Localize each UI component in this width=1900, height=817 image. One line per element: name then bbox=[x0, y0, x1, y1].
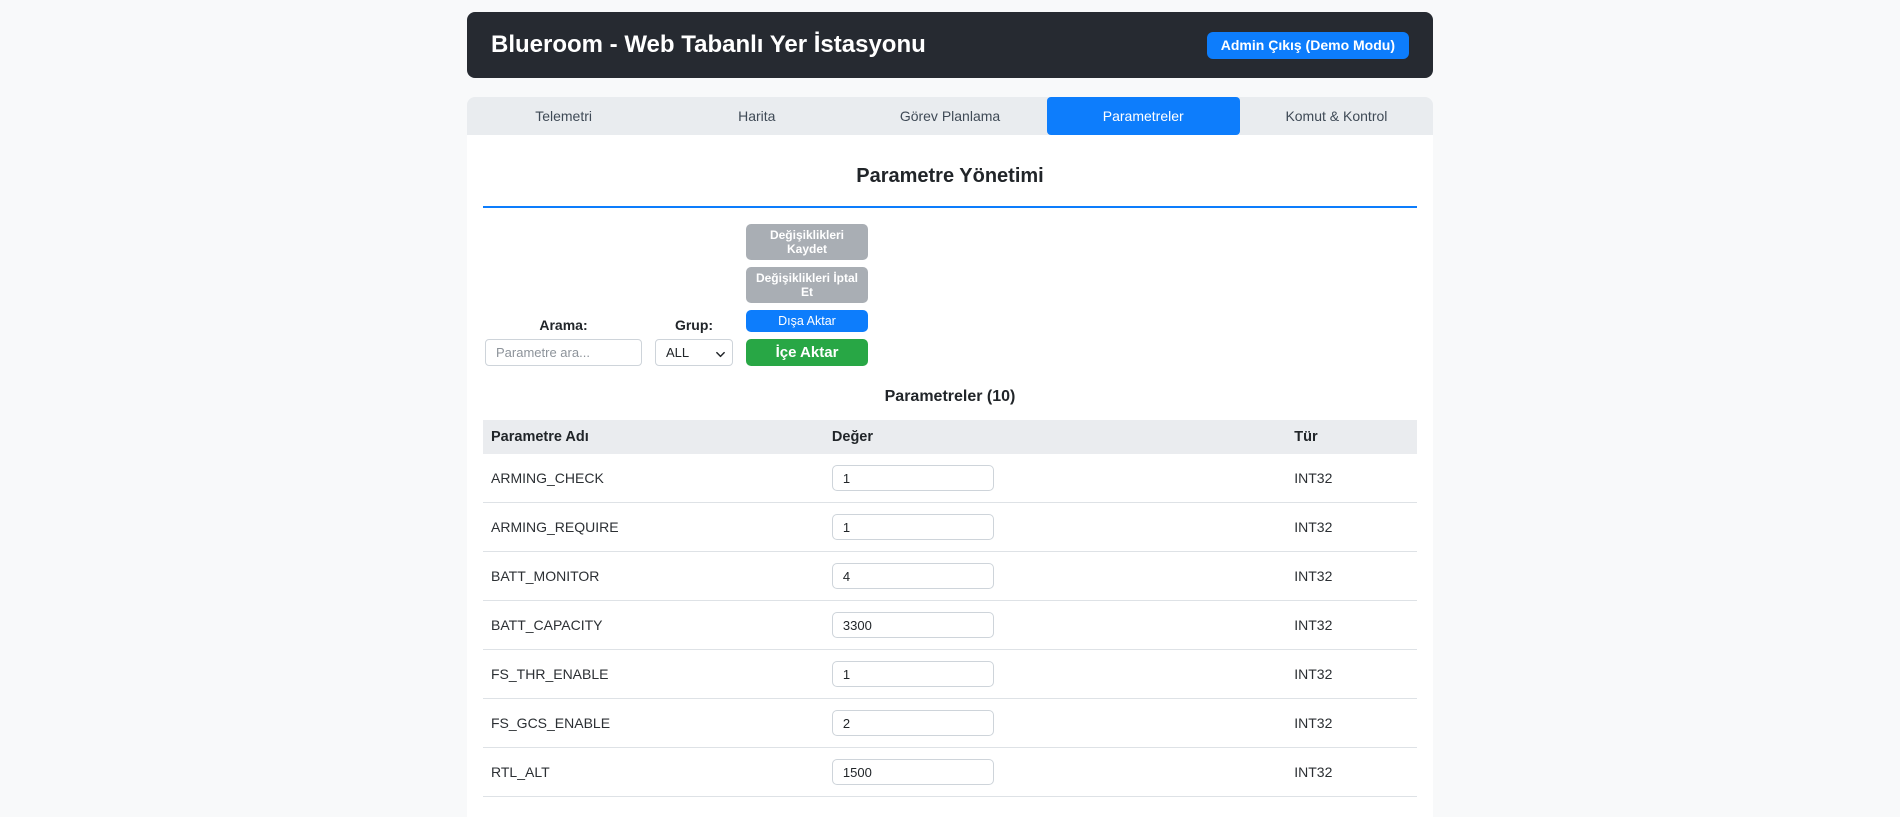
tab-harita[interactable]: Harita bbox=[660, 97, 853, 135]
parameter-table: Parametre Adı Değer Tür ARMING_CHECK INT… bbox=[483, 420, 1417, 797]
table-row: ARMING_CHECK INT32 bbox=[483, 454, 1417, 503]
param-value-cell bbox=[824, 699, 1286, 748]
param-value-input[interactable] bbox=[832, 514, 994, 540]
param-value-cell bbox=[824, 503, 1286, 552]
search-label: Arama: bbox=[539, 317, 587, 333]
param-value-input[interactable] bbox=[832, 710, 994, 736]
app-header: Blueroom - Web Tabanlı Yer İstasyonu Adm… bbox=[467, 12, 1433, 78]
admin-logout-button[interactable]: Admin Çıkış (Demo Modu) bbox=[1207, 32, 1409, 59]
table-row: FS_THR_ENABLE INT32 bbox=[483, 650, 1417, 699]
save-changes-button[interactable]: Değişiklikleri Kaydet bbox=[746, 224, 868, 260]
param-type: INT32 bbox=[1286, 552, 1417, 601]
group-select-wrap: ALL bbox=[655, 339, 733, 366]
param-value-input[interactable] bbox=[832, 465, 994, 491]
col-header-name: Parametre Adı bbox=[483, 420, 824, 454]
param-name: ARMING_CHECK bbox=[483, 454, 824, 503]
import-button[interactable]: İçe Aktar bbox=[746, 339, 868, 366]
table-header-row: Parametre Adı Değer Tür bbox=[483, 420, 1417, 454]
table-row: ARMING_REQUIRE INT32 bbox=[483, 503, 1417, 552]
main-container: Blueroom - Web Tabanlı Yer İstasyonu Adm… bbox=[467, 0, 1433, 817]
param-name: BATT_MONITOR bbox=[483, 552, 824, 601]
tab-label: Komut & Kontrol bbox=[1285, 108, 1387, 124]
group-label: Grup: bbox=[675, 317, 713, 333]
param-value-input[interactable] bbox=[832, 661, 994, 687]
controls-row: Arama: Grup: ALL Değişiklikleri Kaydet D… bbox=[483, 224, 1417, 366]
app-title: Blueroom - Web Tabanlı Yer İstasyonu bbox=[491, 31, 926, 59]
param-type: INT32 bbox=[1286, 699, 1417, 748]
content-card: Parametre Yönetimi Arama: Grup: ALL D bbox=[467, 135, 1433, 817]
tab-gorev-planlama[interactable]: Görev Planlama bbox=[853, 97, 1046, 135]
table-row: BATT_CAPACITY INT32 bbox=[483, 601, 1417, 650]
table-row: BATT_MONITOR INT32 bbox=[483, 552, 1417, 601]
param-type: INT32 bbox=[1286, 454, 1417, 503]
tab-bar: Telemetri Harita Görev Planlama Parametr… bbox=[467, 97, 1433, 135]
param-name: BATT_CAPACITY bbox=[483, 601, 824, 650]
search-input[interactable] bbox=[485, 339, 642, 366]
group-field-group: Grup: ALL bbox=[655, 317, 733, 366]
param-type: INT32 bbox=[1286, 601, 1417, 650]
table-row: FS_GCS_ENABLE INT32 bbox=[483, 699, 1417, 748]
param-value-cell bbox=[824, 748, 1286, 797]
search-field-group: Arama: bbox=[485, 317, 642, 366]
param-table-body: ARMING_CHECK INT32 ARMING_REQUIRE INT32 … bbox=[483, 454, 1417, 797]
group-select[interactable]: ALL bbox=[655, 339, 733, 366]
param-value-input[interactable] bbox=[832, 563, 994, 589]
param-name: FS_GCS_ENABLE bbox=[483, 699, 824, 748]
param-value-input[interactable] bbox=[832, 612, 994, 638]
action-button-stack: Değişiklikleri Kaydet Değişiklikleri İpt… bbox=[746, 224, 868, 366]
page-title: Parametre Yönetimi bbox=[483, 165, 1417, 208]
param-value-cell bbox=[824, 601, 1286, 650]
table-row: RTL_ALT INT32 bbox=[483, 748, 1417, 797]
param-value-input[interactable] bbox=[832, 759, 994, 785]
param-type: INT32 bbox=[1286, 650, 1417, 699]
col-header-value: Değer bbox=[824, 420, 1286, 454]
tab-label: Parametreler bbox=[1103, 108, 1184, 124]
param-type: INT32 bbox=[1286, 748, 1417, 797]
tab-label: Görev Planlama bbox=[900, 108, 1000, 124]
tab-parametreler[interactable]: Parametreler bbox=[1047, 97, 1240, 135]
cancel-changes-button[interactable]: Değişiklikleri İptal Et bbox=[746, 267, 868, 303]
parameters-count-heading: Parametreler (10) bbox=[483, 388, 1417, 406]
param-name: FS_THR_ENABLE bbox=[483, 650, 824, 699]
tab-label: Telemetri bbox=[535, 108, 592, 124]
param-name: ARMING_REQUIRE bbox=[483, 503, 824, 552]
param-type: INT32 bbox=[1286, 503, 1417, 552]
param-value-cell bbox=[824, 454, 1286, 503]
tab-telemetri[interactable]: Telemetri bbox=[467, 97, 660, 135]
col-header-type: Tür bbox=[1286, 420, 1417, 454]
tab-komut-kontrol[interactable]: Komut & Kontrol bbox=[1240, 97, 1433, 135]
param-name: RTL_ALT bbox=[483, 748, 824, 797]
export-button[interactable]: Dışa Aktar bbox=[746, 310, 868, 332]
tab-label: Harita bbox=[738, 108, 775, 124]
param-value-cell bbox=[824, 552, 1286, 601]
param-value-cell bbox=[824, 650, 1286, 699]
